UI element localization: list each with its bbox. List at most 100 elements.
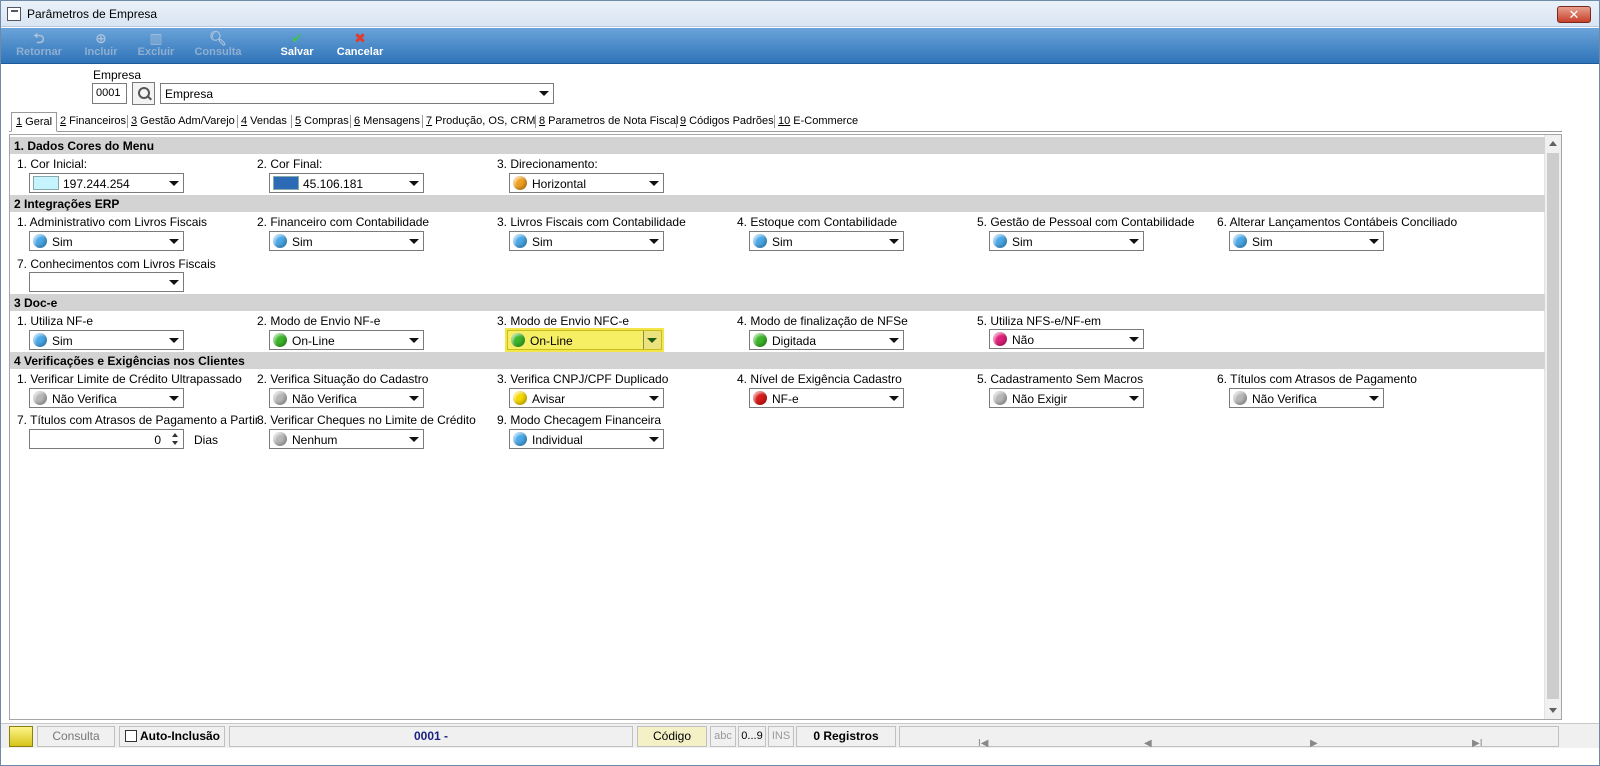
last-record-icon[interactable]: ▶I — [1472, 734, 1482, 753]
tab-gestao-adm-varejo[interactable]: 3 Gestão Adm/Varejo — [131, 115, 235, 127]
chevron-down-icon — [169, 239, 179, 244]
dropdown-button[interactable] — [165, 174, 183, 192]
verif-situacao-cadastro-select[interactable]: Não Verifica — [269, 388, 424, 408]
dropdown-button[interactable] — [1365, 232, 1383, 250]
modo-checagem-select[interactable]: Individual — [509, 429, 664, 449]
modo-envio-nfce-select[interactable]: On-Line — [507, 330, 662, 350]
dropdown-button[interactable] — [405, 331, 423, 349]
erp-pessoal-contab-select[interactable]: Sim — [989, 231, 1144, 251]
status-dot-icon — [753, 391, 767, 405]
status-dot-icon — [1233, 391, 1247, 405]
close-button[interactable]: ✕ — [1557, 6, 1591, 23]
scroll-down-icon[interactable] — [1549, 708, 1557, 713]
dropdown-button[interactable] — [405, 389, 423, 407]
dropdown-button[interactable] — [885, 331, 903, 349]
modo-envio-nfe-select[interactable]: On-Line — [269, 330, 424, 350]
erp-fin-contab-select[interactable]: Sim — [269, 231, 424, 251]
retornar-label: Retornar — [16, 46, 62, 58]
chevron-down-icon — [409, 239, 419, 244]
status-dot-icon — [33, 333, 47, 347]
dropdown-button[interactable] — [645, 232, 663, 250]
titulos-atrasos-partir-stepper[interactable]: 0 — [29, 429, 184, 449]
tab-parametros-nota-fiscal[interactable]: 8 Parametros de Nota Fiscal — [539, 115, 678, 127]
section-header-verificacoes: 4 Verificações e Exigências nos Clientes — [10, 352, 1545, 369]
chevron-down-icon — [409, 396, 419, 401]
dropdown-button[interactable] — [165, 232, 183, 250]
titulos-atrasos-select[interactable]: Não Verifica — [1229, 388, 1384, 408]
dropdown-button[interactable] — [1125, 232, 1143, 250]
retornar-button[interactable]: ⮌ Retornar — [11, 30, 67, 62]
dropdown-button[interactable] — [165, 331, 183, 349]
scroll-up-icon[interactable] — [1549, 141, 1557, 146]
combo-value: Não Verifica — [292, 392, 357, 406]
consulta-button[interactable]: 🔍︎ Consulta — [189, 30, 247, 62]
dropdown-button[interactable] — [1125, 330, 1143, 348]
salvar-label: Salvar — [280, 46, 314, 58]
modo-checagem-label: 9. Modo Checagem Financeira — [497, 413, 662, 427]
verif-cheques-select[interactable]: Nenhum — [269, 429, 424, 449]
incluir-button[interactable]: ⊕ Incluir — [77, 30, 125, 62]
chevron-down-icon — [649, 437, 659, 442]
tab-vendas[interactable]: 4 Vendas — [241, 115, 287, 127]
dropdown-button[interactable] — [645, 174, 663, 192]
dropdown-button[interactable] — [1125, 389, 1143, 407]
spin-up-icon[interactable] — [172, 433, 178, 437]
modo-finalizacao-nfse-select[interactable]: Digitada — [749, 330, 904, 350]
tab-financeiros[interactable]: 2 Financeiros — [60, 115, 126, 127]
dropdown-button[interactable] — [643, 331, 661, 349]
auto-inclusao-checkbox[interactable]: Auto-Inclusão — [119, 726, 225, 747]
erp-conhecimentos-select[interactable] — [29, 272, 184, 292]
tab-mensagens[interactable]: 6 Mensagens — [354, 115, 420, 127]
dropdown-button[interactable] — [405, 232, 423, 250]
tab-separator — [127, 115, 128, 128]
erp-lanc-conciliado-select[interactable]: Sim — [1229, 231, 1384, 251]
cadastramento-sem-macros-select[interactable]: Não Exigir — [989, 388, 1144, 408]
checkbox-icon[interactable] — [125, 730, 137, 742]
dropdown-button[interactable] — [405, 430, 423, 448]
utiliza-nfe-select[interactable]: Sim — [29, 330, 184, 350]
salvar-button[interactable]: ✔ Salvar — [275, 30, 319, 62]
dropdown-button[interactable] — [165, 273, 183, 291]
cancelar-button[interactable]: ✖ Cancelar — [333, 30, 387, 62]
empresa-search-button[interactable] — [132, 82, 155, 105]
empresa-code-input[interactable]: 0001 — [92, 83, 127, 104]
excluir-button[interactable]: ▥ Excluir — [131, 30, 181, 62]
dropdown-button[interactable] — [405, 174, 423, 192]
first-record-icon[interactable]: I◀ — [978, 734, 988, 753]
lock-icon[interactable] — [9, 726, 33, 747]
next-record-icon[interactable]: ▶ — [1310, 734, 1318, 753]
utiliza-nfse-select[interactable]: Não — [989, 329, 1144, 349]
erp-livros-contab-select[interactable]: Sim — [509, 231, 664, 251]
status-dot-icon — [273, 234, 287, 248]
dropdown-button[interactable] — [885, 232, 903, 250]
status-dot-icon — [513, 432, 527, 446]
cor-inicial-select[interactable]: 197.244.254 — [29, 173, 184, 193]
tab-e-commerce[interactable]: 10 E-Commerce — [778, 115, 858, 127]
tab-geral[interactable]: 1 Geral — [11, 112, 58, 132]
prev-record-icon[interactable]: ◀ — [1144, 734, 1152, 753]
chevron-down-icon — [409, 338, 419, 343]
tab-codigos-padroes[interactable]: 9 Códigos Padrões — [680, 115, 774, 127]
direcionamento-select[interactable]: Horizontal — [509, 173, 664, 193]
dropdown-button[interactable] — [885, 389, 903, 407]
tab-compras[interactable]: 5 Compras — [295, 115, 349, 127]
erp-estoque-contab-select[interactable]: Sim — [749, 231, 904, 251]
empresa-select[interactable]: Empresa — [160, 83, 554, 104]
verif-cnpj-duplicado-select[interactable]: Avisar — [509, 388, 664, 408]
scroll-thumb[interactable] — [1547, 153, 1559, 699]
nivel-exigencia-select[interactable]: NF-e — [749, 388, 904, 408]
vertical-scrollbar[interactable] — [1544, 135, 1561, 719]
cor-final-select[interactable]: 45.106.181 — [269, 173, 424, 193]
verif-limite-credito-select[interactable]: Não Verifica — [29, 388, 184, 408]
direcionamento-value: Horizontal — [532, 177, 587, 191]
erp-adm-livros-select[interactable]: Sim — [29, 231, 184, 251]
modo-envio-nfce-label: 3. Modo de Envio NFC-e — [497, 314, 630, 328]
tab-producao-os-crm[interactable]: 7 Produção, OS, CRM — [426, 115, 535, 127]
dropdown-button[interactable] — [645, 430, 663, 448]
status-range: 0...9 — [738, 726, 766, 747]
tab-label: E-Commerce — [790, 115, 859, 127]
spin-down-icon[interactable] — [172, 441, 178, 445]
dropdown-button[interactable] — [165, 389, 183, 407]
dropdown-button[interactable] — [645, 389, 663, 407]
dropdown-button[interactable] — [1365, 389, 1383, 407]
